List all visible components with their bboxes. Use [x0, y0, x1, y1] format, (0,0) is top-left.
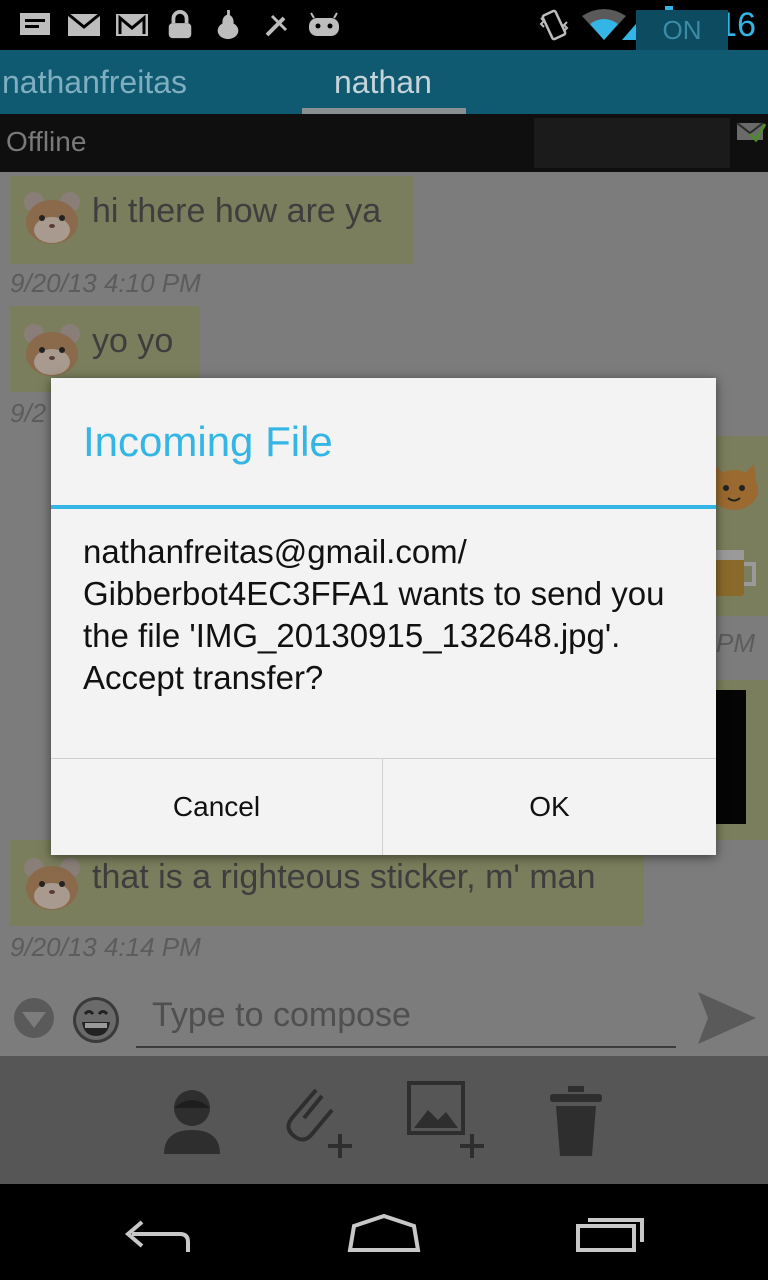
- navigation-bar: [0, 1184, 768, 1280]
- emoji-icon[interactable]: [70, 994, 122, 1046]
- presence-status: Offline: [6, 126, 87, 157]
- ok-button[interactable]: OK: [383, 759, 716, 855]
- pear-icon: [217, 10, 239, 40]
- mail-icon: [67, 12, 101, 36]
- dialog-title: Incoming File: [83, 418, 333, 465]
- tab-nathanfreitas[interactable]: nathanfreitas: [2, 50, 187, 114]
- send-icon[interactable]: [694, 988, 758, 1048]
- back-icon[interactable]: [122, 1214, 194, 1256]
- tab-nathan[interactable]: nathan: [334, 50, 432, 114]
- attach-file-icon[interactable]: [282, 1080, 360, 1160]
- message-timestamp: 9/20/13 4:14 PM: [10, 932, 201, 962]
- trash-icon[interactable]: [548, 1084, 604, 1158]
- hamster-avatar-icon: [24, 858, 80, 910]
- conversation-tabs: nathanfreitas nathan: [0, 50, 768, 114]
- add-image-icon[interactable]: [406, 1080, 490, 1160]
- android-icon: [309, 12, 339, 36]
- presence-bar: Offline: [0, 114, 768, 172]
- vibrate-icon: [539, 9, 569, 41]
- incoming-file-dialog: Incoming File nathanfreitas@gmail.com/ G…: [51, 378, 716, 855]
- contact-icon[interactable]: [160, 1086, 224, 1156]
- message-text: that is a righteous sticker, m' man: [92, 858, 596, 896]
- hamster-avatar-icon: [24, 192, 80, 244]
- message-timestamp: 9/2: [10, 398, 47, 428]
- mail-check-icon: [736, 122, 766, 142]
- notification-icon: [20, 13, 50, 35]
- dialog-message: nathanfreitas@gmail.com/ Gibberbot4EC3FF…: [83, 533, 665, 696]
- lock-icon: [168, 10, 192, 39]
- cancel-button[interactable]: Cancel: [51, 759, 382, 855]
- gmail-icon: [116, 14, 148, 36]
- home-icon[interactable]: [346, 1214, 422, 1254]
- message-timestamp: 9/20/13 4:10 PM: [10, 268, 201, 298]
- compose-underline: [136, 1046, 676, 1048]
- recent-apps-icon[interactable]: [574, 1214, 646, 1254]
- compose-input[interactable]: Type to compose: [152, 996, 411, 1035]
- dialog-title-divider: [51, 505, 716, 509]
- expand-down-icon[interactable]: [12, 996, 56, 1040]
- presence-toggle[interactable]: [534, 118, 730, 168]
- attachment-bar: [0, 1056, 768, 1184]
- message-text: yo yo: [92, 322, 174, 360]
- message-timestamp: PM: [716, 628, 755, 658]
- message-text: hi there how are ya: [92, 192, 382, 230]
- tools-icon: [265, 14, 288, 37]
- toggle-on-label[interactable]: ON: [636, 10, 728, 50]
- hamster-avatar-icon: [24, 324, 80, 376]
